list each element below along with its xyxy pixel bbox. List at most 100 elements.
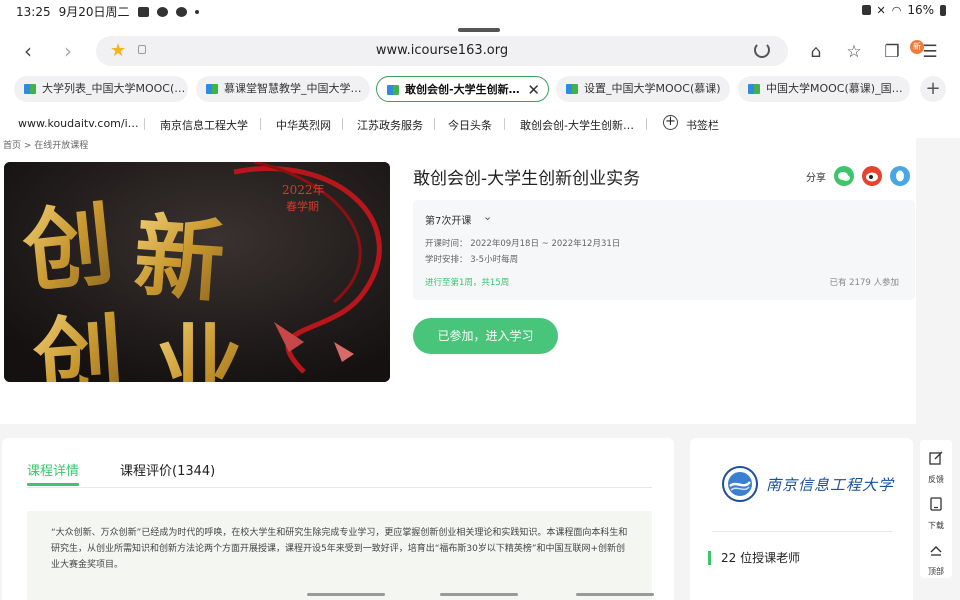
more-dot-icon: [194, 9, 199, 14]
course-progress: 进行至第1周，共15周: [425, 278, 510, 288]
status-time: 13:25: [16, 4, 51, 19]
edit-icon: [929, 451, 943, 465]
gesture-indicator: [307, 593, 385, 596]
address-bar[interactable]: ★ www.icourse163.org: [96, 36, 788, 66]
close-tab-icon[interactable]: ✕: [527, 77, 540, 101]
share-label: 分享: [806, 173, 826, 184]
download-label: 下载: [928, 521, 944, 530]
url-row: ‹ › ★ www.icourse163.org ⌂ ☆ ❐ ☰ 新: [0, 36, 960, 68]
wechat-icon: [156, 6, 168, 17]
mooc-favicon-icon: [24, 84, 36, 94]
floating-tools: 反馈 下载 顶部: [920, 440, 952, 578]
cover-year-text: 2022年: [282, 183, 325, 197]
new-badge: 新: [910, 40, 924, 54]
battery-icon: [940, 4, 946, 16]
mooc-favicon-icon: [748, 84, 760, 94]
bookmark-divider: [646, 118, 647, 130]
back-button[interactable]: ‹: [16, 40, 40, 64]
school-divider: [712, 531, 892, 532]
browser-tabs: 大学列表_中国大学MOOC(… 慕课堂智慧教学_中国大学… 敢创会创-大学生创新…: [14, 76, 954, 102]
course-info-box: 第7次开课 ⌄ 开课时间： 2022年09月18日 ~ 2022年12月31日 …: [413, 200, 915, 300]
bookmark-divider: [504, 118, 505, 130]
web-page: 首页 > 在线开放课程 2022年 春学期 创 新 创 业 敢创会创-大学生创新…: [0, 138, 916, 600]
cover-char-3: 创: [29, 303, 127, 382]
reload-icon[interactable]: [754, 42, 770, 58]
qq-share-icon[interactable]: [890, 166, 910, 186]
cover-char-4: 业: [154, 314, 244, 382]
tab-smart-teaching[interactable]: 慕课堂智慧教学_中国大学…: [196, 76, 370, 102]
tabs-divider: [27, 487, 652, 488]
gesture-indicator: [576, 593, 654, 596]
forward-button[interactable]: ›: [56, 40, 80, 64]
course-title: 敢创会创-大学生创新创业实务: [413, 169, 641, 189]
term-select[interactable]: 第7次开课: [425, 212, 471, 227]
bookmarks-bar: www.koudaitv.com/i… 南京信息工程大学 中华英烈网 江苏政务服…: [0, 112, 960, 136]
gesture-indicator: [440, 593, 518, 596]
alarm-icon: [861, 5, 871, 15]
favorites-icon[interactable]: ☆: [844, 42, 864, 62]
tab-label: 敢创会创-大学生创新…: [405, 83, 520, 96]
tabs-switch-icon[interactable]: ❐: [882, 42, 902, 62]
gallery-icon: [137, 6, 149, 17]
bookmark-yinglie[interactable]: 中华英烈网: [276, 117, 331, 133]
enter-learning-button[interactable]: 已参加，进入学习: [413, 318, 558, 354]
back-to-top-button[interactable]: 顶部: [920, 536, 952, 580]
status-bar: 13:25 9月20日周二 ✕ ◠ 16%: [0, 0, 960, 20]
bookmark-toutiao[interactable]: 今日头条: [448, 117, 492, 133]
course-schedule: 开课时间： 2022年09月18日 ~ 2022年12月31日: [425, 239, 621, 249]
mooc-favicon-icon: [206, 84, 218, 94]
message-icon: [175, 6, 187, 17]
wechat-share-icon[interactable]: [834, 166, 854, 186]
status-date: 9月20日周二: [58, 5, 130, 19]
tab-course-review[interactable]: 课程评价(1344): [120, 460, 215, 479]
bookmark-folder[interactable]: 书签栏: [686, 117, 719, 133]
bookmark-koudaitv[interactable]: www.koudaitv.com/i…: [18, 117, 139, 130]
tab-settings[interactable]: 设置_中国大学MOOC(慕课): [556, 76, 730, 102]
cover-char-2: 新: [131, 203, 228, 315]
tab-course-detail[interactable]: 课程详情: [27, 460, 79, 479]
tab-university-list[interactable]: 大学列表_中国大学MOOC(…: [14, 76, 188, 102]
course-intro: “大众创新、万众创新”已经成为时代的呼唤，在校大学生和研究生除完成专业学习，更应…: [27, 511, 652, 600]
bookmark-course[interactable]: 敢创会创-大学生创新…: [520, 117, 634, 133]
wifi-icon: ◠: [891, 3, 902, 17]
breadcrumb[interactable]: 首页 > 在线开放课程: [3, 138, 88, 151]
course-cover-image: 2022年 春学期 创 新 创 业: [4, 162, 390, 382]
school-logo-icon[interactable]: [722, 466, 758, 502]
chevron-down-icon[interactable]: ⌄: [483, 210, 492, 223]
tab-label: 中国大学MOOC(慕课)_国…: [766, 82, 903, 95]
menu-icon[interactable]: ☰ 新: [910, 40, 940, 62]
active-tab-indicator: [27, 483, 79, 486]
mooc-favicon-icon: [566, 84, 578, 94]
feedback-label: 反馈: [928, 475, 944, 484]
bookmark-divider: [342, 118, 343, 130]
teacher-count[interactable]: 22 位授课老师: [708, 551, 800, 565]
course-header-section: 首页 > 在线开放课程 2022年 春学期 创 新 创 业 敢创会创-大学生创新…: [0, 138, 916, 424]
school-card: 南京信息工程大学 22 位授课老师: [690, 438, 913, 600]
home-icon[interactable]: ⌂: [806, 42, 826, 62]
battery-level: 16%: [907, 3, 934, 17]
url-text[interactable]: www.icourse163.org: [96, 43, 788, 58]
feedback-button[interactable]: 反馈: [920, 444, 952, 488]
tab-label: 设置_中国大学MOOC(慕课): [584, 82, 721, 95]
bookmark-divider: [144, 118, 145, 130]
course-detail-card: 课程详情 课程评价(1344) “大众创新、万众创新”已经成为时代的呼唤，在校大…: [2, 438, 674, 600]
mooc-favicon-icon: [387, 85, 399, 95]
cover-term-text: 春学期: [286, 199, 319, 213]
tab-label: 大学列表_中国大学MOOC(…: [42, 82, 186, 95]
course-workload: 学时安排： 3-5小时每周: [425, 255, 519, 265]
add-bookmark-icon[interactable]: +: [663, 115, 678, 130]
tab-label: 慕课堂智慧教学_中国大学…: [224, 82, 362, 95]
bookmark-jiangsu-gov[interactable]: 江苏政务服务: [357, 117, 423, 133]
new-tab-button[interactable]: +: [920, 76, 946, 102]
school-name-logotype[interactable]: 南京信息工程大学: [766, 474, 894, 495]
chevron-up-icon: [930, 546, 942, 556]
tab-current-course[interactable]: 敢创会创-大学生创新… ✕: [376, 76, 549, 102]
bookmark-nuist[interactable]: 南京信息工程大学: [160, 117, 248, 133]
tab-mooc-home[interactable]: 中国大学MOOC(慕课)_国…: [738, 76, 910, 102]
bookmark-divider: [434, 118, 435, 130]
weibo-share-icon[interactable]: [862, 166, 882, 186]
cover-char-1: 创: [17, 191, 119, 306]
bookmark-divider: [260, 118, 261, 130]
download-button[interactable]: 下载: [920, 490, 952, 534]
window-handle[interactable]: [458, 28, 500, 32]
